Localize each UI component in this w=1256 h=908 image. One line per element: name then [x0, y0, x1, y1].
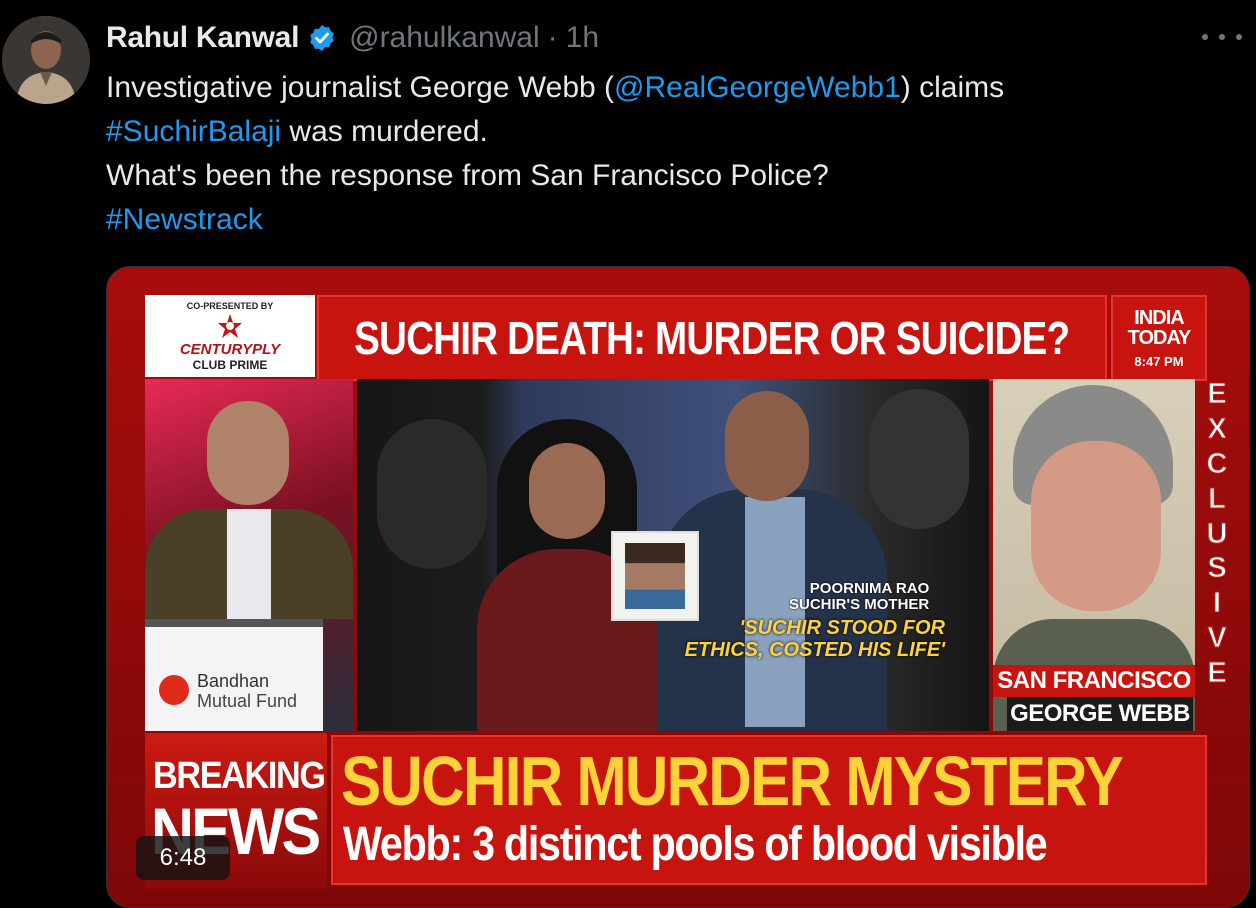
- exclusive-letter: E: [1207, 378, 1227, 410]
- video-headline: SUCHIR DEATH: MURDER OR SUICIDE?: [354, 312, 1070, 364]
- quote-line-2: ETHICS, COSTED HIS LIFE': [684, 639, 945, 661]
- tweet-header: Rahul Kanwal @rahulkanwal · 1h: [106, 18, 599, 58]
- dot: [1236, 34, 1242, 40]
- dot: [1219, 34, 1225, 40]
- laptop: Bandhan Mutual Fund: [145, 619, 323, 731]
- anchor-shirt: [227, 509, 271, 619]
- dot: [1202, 34, 1208, 40]
- post-time[interactable]: 1h: [566, 21, 599, 55]
- video-player[interactable]: CO-PRESENTED BY CENTURYPLY CLUB PRIME SU…: [106, 266, 1250, 908]
- centuryply-logo-icon: [218, 313, 242, 338]
- family-panel: POORNIMA RAO SUCHIR'S MOTHER 'SUCHIR STO…: [357, 379, 989, 731]
- bandhan-logo-icon: [159, 675, 189, 705]
- header-separator: ·: [547, 21, 558, 54]
- exclusive-letter: V: [1207, 622, 1227, 655]
- breaking-label: BREAKING: [153, 755, 326, 797]
- exclusive-letter: C: [1206, 447, 1228, 480]
- anchor-panel: Bandhan Mutual Fund: [145, 379, 353, 731]
- sponsor-copresented: CO-PRESENTED BY: [186, 300, 274, 311]
- tweet-text-segment: Investigative journalist George Webb (: [106, 71, 615, 104]
- tweet-line-2: #SuchirBalaji was murdered.: [106, 110, 1226, 154]
- held-photo: [611, 531, 699, 621]
- caption-name: POORNIMA RAO: [809, 580, 930, 597]
- author-name[interactable]: Rahul Kanwal: [106, 21, 299, 55]
- guest-face: [1031, 441, 1161, 611]
- caption-role: SUCHIR'S MOTHER: [789, 596, 930, 613]
- exclusive-vertical-label: EXCLUSIVE: [1197, 378, 1237, 689]
- channel-name-2: TODAY: [1127, 326, 1192, 349]
- tweet-line-1: Investigative journalist George Webb (@R…: [106, 66, 1226, 110]
- video-duration: 6:48: [136, 836, 230, 880]
- hashtag-link[interactable]: #Newstrack: [106, 203, 263, 236]
- author-handle[interactable]: @rahulkanwal: [349, 21, 540, 55]
- news-ticker: SUCHIR MURDER MYSTERY Webb: 3 distinct p…: [331, 735, 1207, 885]
- exclusive-letter: E: [1207, 657, 1227, 689]
- headline-bar: SUCHIR DEATH: MURDER OR SUICIDE?: [317, 295, 1107, 381]
- mention-link[interactable]: @RealGeorgeWebb1: [614, 71, 901, 104]
- exclusive-letter: L: [1208, 482, 1227, 515]
- shadow-figure-right: [869, 389, 969, 529]
- hashtag-link[interactable]: #SuchirBalaji: [106, 115, 281, 148]
- ticker-sub: Webb: 3 distinct pools of blood visible: [343, 818, 1048, 871]
- sponsor-sub: CLUB PRIME: [192, 357, 268, 372]
- exclusive-letter: I: [1212, 587, 1222, 620]
- exclusive-letter: X: [1207, 412, 1227, 445]
- tweet-line-4: #Newstrack: [106, 198, 1226, 242]
- more-options-icon[interactable]: [1202, 22, 1242, 52]
- anchor-head: [207, 401, 289, 505]
- lower-third-caption: POORNIMA RAO SUCHIR'S MOTHER: [789, 581, 929, 613]
- father-face: [725, 391, 809, 501]
- channel-time: 8:47 PM: [1134, 353, 1184, 369]
- photo-portrait: [625, 543, 685, 609]
- exclusive-letter: U: [1206, 517, 1228, 550]
- laptop-brand-1: Bandhan: [197, 671, 270, 691]
- guest-location: SAN FRANCISCO: [993, 665, 1195, 697]
- exclusive-letter: S: [1207, 552, 1227, 585]
- ticker-main: SUCHIR MURDER MYSTERY: [341, 742, 1124, 820]
- laptop-brand-2: Mutual Fund: [197, 691, 298, 711]
- user-avatar-icon: [2, 16, 90, 104]
- author-avatar[interactable]: [2, 16, 90, 104]
- verified-badge-icon: [310, 24, 334, 52]
- sponsor-brand: CENTURYPLY: [179, 340, 281, 358]
- tweet-text: Investigative journalist George Webb (@R…: [106, 66, 1226, 242]
- mother-face: [529, 443, 605, 539]
- sponsor-box: CO-PRESENTED BY CENTURYPLY CLUB PRIME: [145, 295, 315, 377]
- tweet-line-3: What's been the response from San Franci…: [106, 159, 829, 192]
- tweet-text-segment: ) claims: [900, 71, 1005, 104]
- channel-name-1: INDIA: [1134, 306, 1184, 329]
- quote-line-1: 'SUCHIR STOOD FOR: [739, 617, 945, 639]
- guest-name: GEORGE WEBB: [1007, 697, 1193, 731]
- pull-quote: 'SUCHIR STOOD FOR ETHICS, COSTED HIS LIF…: [685, 617, 945, 661]
- channel-logo: INDIA TODAY 8:47 PM: [1111, 295, 1207, 381]
- shadow-figure-left: [377, 419, 487, 569]
- tweet-text-segment: was murdered.: [281, 115, 488, 148]
